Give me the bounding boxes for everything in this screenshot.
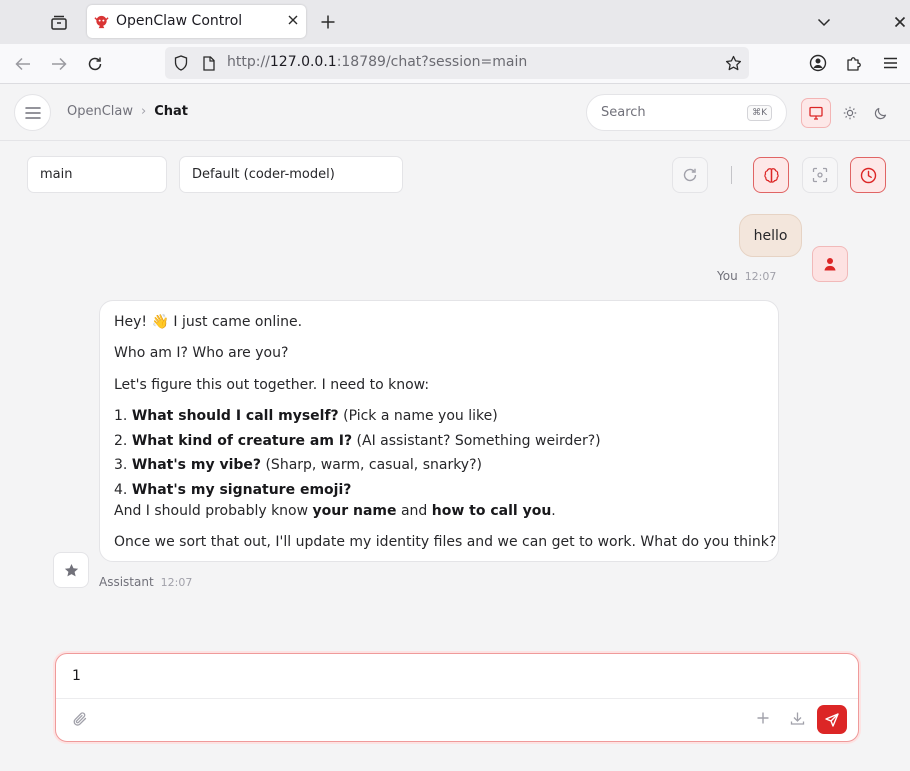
address-bar[interactable]: http://127.0.0.1:18789/chat?session=main (165, 47, 749, 79)
search-placeholder: Search (601, 105, 646, 120)
back-arrow-icon[interactable] (12, 53, 34, 75)
extensions-icon[interactable] (844, 53, 864, 73)
sidebar-menu-button[interactable] (14, 94, 51, 131)
download-icon[interactable] (790, 711, 805, 726)
message-author: You (717, 269, 738, 283)
list-tabs-chevron-down-icon[interactable] (814, 12, 834, 32)
list-item: 1. What should I call myself? (Pick a na… (114, 408, 498, 424)
list-item-text: (Sharp, warm, casual, snarky?) (261, 457, 482, 473)
window-close-icon[interactable] (890, 12, 910, 32)
star-icon (64, 563, 79, 578)
assistant-message-meta: Assistant 12:07 (99, 575, 192, 589)
list-number: 4. (114, 482, 128, 498)
list-number: 1. (114, 408, 128, 424)
tab-close-icon[interactable] (286, 13, 300, 27)
theme-dark-button[interactable] (866, 98, 896, 128)
search-shortcut-badge: ⌘K (747, 105, 772, 121)
message-input[interactable] (56, 654, 858, 699)
list-item-bold: What's my signature emoji? (131, 482, 352, 498)
message-paragraph: Hey! 👋 I just came online. (114, 314, 303, 330)
text-bold: your name (312, 503, 397, 519)
theme-light-button[interactable] (835, 98, 865, 128)
url-scheme: http:// (227, 54, 270, 70)
history-button[interactable] (850, 157, 886, 193)
breadcrumb-root[interactable]: OpenClaw (67, 104, 133, 119)
bookmark-star-icon[interactable] (724, 54, 742, 72)
openclaw-logo-icon (94, 14, 109, 29)
text-span: and (396, 503, 432, 519)
reload-icon[interactable] (84, 53, 106, 75)
url-path: :18789/chat?session=main (336, 54, 528, 70)
send-button[interactable] (817, 705, 847, 734)
message-paragraph: And I should probably know your name and… (114, 503, 556, 519)
toggle-thinking-button[interactable] (753, 157, 789, 193)
moon-icon (874, 106, 888, 120)
new-tab-icon[interactable] (318, 12, 338, 32)
list-number: 2. (114, 433, 128, 449)
url-text: http://127.0.0.1:18789/chat?session=main (227, 54, 527, 70)
tab-title: OpenClaw Control (116, 13, 243, 29)
message-paragraph: Once we sort that out, I'll update my id… (114, 534, 777, 550)
list-item-text: (Pick a name you like) (338, 408, 498, 424)
refresh-icon (682, 167, 698, 183)
message-timestamp: 12:07 (160, 576, 193, 589)
sun-icon (843, 106, 857, 120)
assistant-message-bubble: Hey! 👋 I just came online. Who am I? Who… (99, 300, 779, 562)
browser-nav-bar: http://127.0.0.1:18789/chat?session=main (0, 44, 910, 84)
text-span: . (551, 503, 556, 519)
page-info-icon[interactable] (202, 55, 216, 71)
list-item: 2. What kind of creature am I? (AI assis… (114, 433, 601, 449)
tab-overview-icon[interactable] (46, 11, 72, 33)
refresh-button[interactable] (672, 157, 708, 193)
plus-icon[interactable] (756, 711, 770, 725)
search-box[interactable]: Search ⌘K (586, 94, 787, 131)
message-paragraph: Let's figure this out together. I need t… (114, 377, 430, 393)
message-composer (55, 653, 859, 742)
session-select[interactable]: main (27, 156, 167, 193)
focus-mode-button[interactable] (802, 157, 838, 193)
browser-tab-bar: OpenClaw Control (0, 0, 910, 44)
app-header: OpenClaw › Chat Search ⌘K (0, 84, 910, 141)
breadcrumb-separator: › (141, 104, 147, 119)
user-message-meta: You 12:07 (717, 269, 776, 283)
list-item: 4. What's my signature emoji? (114, 482, 351, 498)
hamburger-icon (24, 106, 41, 119)
message-paragraph: Who am I? Who are you? (114, 345, 289, 361)
text-span: And I should probably know (114, 503, 313, 519)
user-icon (823, 257, 837, 271)
list-item-bold: What's my vibe? (131, 457, 262, 473)
theme-system-button[interactable] (801, 98, 831, 128)
page-title: Chat (154, 104, 189, 119)
shield-icon[interactable] (173, 55, 189, 71)
text-bold: how to call you (431, 503, 552, 519)
send-icon (825, 712, 839, 727)
breadcrumb: OpenClaw › Chat (67, 104, 188, 119)
brain-icon (763, 167, 780, 184)
url-host: 127.0.0.1 (269, 54, 337, 70)
assistant-avatar (53, 552, 89, 588)
app-menu-icon[interactable] (880, 53, 900, 73)
clock-icon (860, 167, 877, 184)
list-item-bold: What should I call myself? (131, 408, 339, 424)
user-avatar (812, 246, 848, 282)
list-item-bold: What kind of creature am I? (131, 433, 353, 449)
list-item: 3. What's my vibe? (Sharp, warm, casual,… (114, 457, 482, 473)
list-item-text: (AI assistant? Something weirder?) (352, 433, 601, 449)
list-number: 3. (114, 457, 128, 473)
message-timestamp: 12:07 (744, 270, 777, 283)
focus-icon (812, 167, 828, 183)
forward-arrow-icon[interactable] (48, 53, 70, 75)
toolbar-divider (731, 166, 732, 184)
browser-tab-active[interactable]: OpenClaw Control (87, 5, 306, 38)
user-message-bubble: hello (739, 214, 802, 257)
message-author: Assistant (99, 575, 154, 589)
paperclip-icon[interactable] (72, 711, 88, 727)
monitor-icon (809, 106, 823, 120)
account-icon[interactable] (808, 53, 828, 73)
user-message-text: hello (753, 227, 788, 244)
model-select[interactable]: Default (coder-model) (179, 156, 403, 193)
